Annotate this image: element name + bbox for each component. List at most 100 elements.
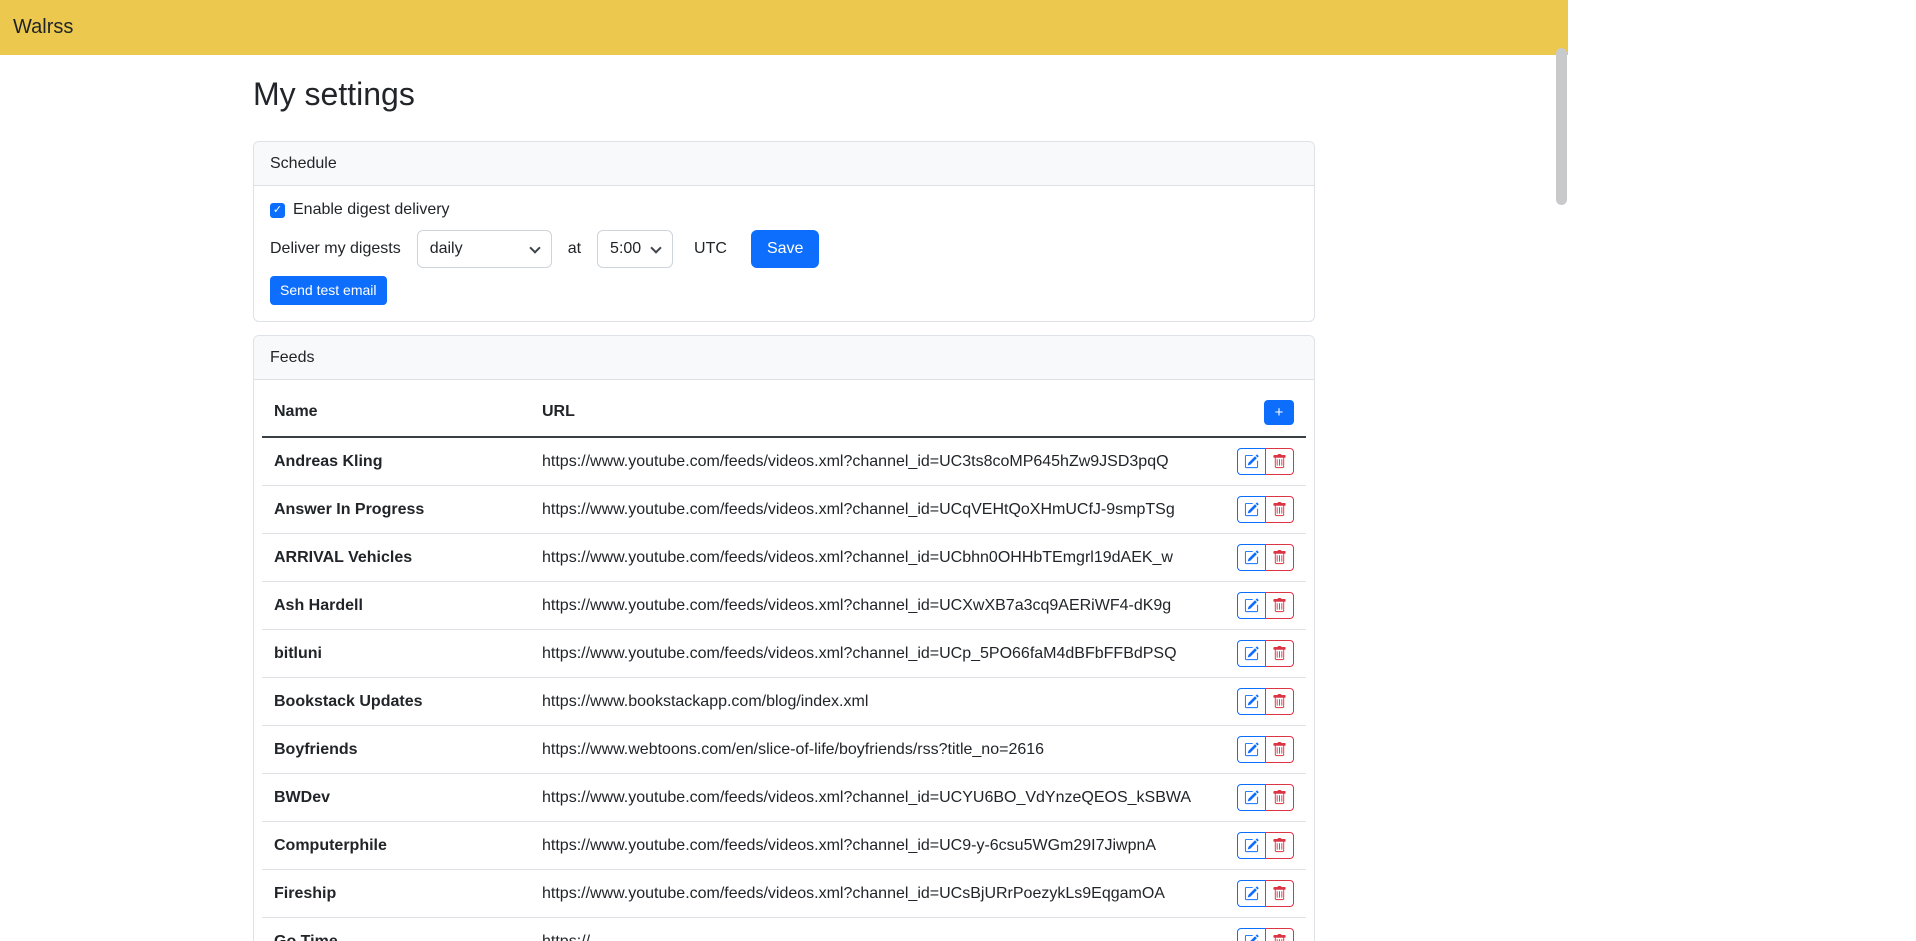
- feed-actions-group: [1237, 736, 1294, 763]
- table-row: Andreas Kling https://www.youtube.com/fe…: [262, 437, 1306, 486]
- delete-feed-button[interactable]: [1265, 592, 1294, 619]
- pencil-square-icon: [1244, 646, 1259, 661]
- timezone-label: UTC: [694, 240, 727, 258]
- navbar: Walrss: [0, 0, 1568, 55]
- feed-actions: [1206, 630, 1306, 678]
- add-feed-button[interactable]: +: [1264, 400, 1294, 425]
- edit-feed-button[interactable]: [1237, 928, 1266, 941]
- table-row: Bookstack Updates https://www.bookstacka…: [262, 678, 1306, 726]
- edit-feed-button[interactable]: [1237, 592, 1266, 619]
- feed-actions-group: [1237, 832, 1294, 859]
- pencil-square-icon: [1244, 886, 1259, 901]
- feed-actions: [1206, 582, 1306, 630]
- chevron-down-icon: [529, 242, 540, 253]
- feed-actions: [1206, 822, 1306, 870]
- time-select[interactable]: 5:00: [597, 230, 673, 268]
- table-row: Ash Hardell https://www.youtube.com/feed…: [262, 582, 1306, 630]
- delete-feed-button[interactable]: [1265, 688, 1294, 715]
- feed-actions-group: [1237, 496, 1294, 523]
- feed-actions-group: [1237, 640, 1294, 667]
- feed-url: https://www.youtube.com/feeds/videos.xml…: [530, 822, 1206, 870]
- feed-actions: [1206, 437, 1306, 486]
- delete-feed-button[interactable]: [1265, 496, 1294, 523]
- feed-actions-group: [1237, 784, 1294, 811]
- feed-name: Ash Hardell: [262, 582, 530, 630]
- page-title: My settings: [253, 75, 1315, 113]
- check-icon: ✓: [273, 205, 282, 216]
- feed-name: Fireship: [262, 870, 530, 918]
- feeds-table-header-row: Name URL +: [262, 388, 1306, 437]
- delivery-controls-row: Deliver my digests daily at 5:00 UTC Sav…: [270, 230, 1298, 268]
- enable-digest-row: ✓ Enable digest delivery: [270, 200, 1298, 220]
- schedule-card-header: Schedule: [254, 142, 1314, 186]
- feed-actions: [1206, 870, 1306, 918]
- feed-url: https://www.webtoons.com/en/slice-of-lif…: [530, 726, 1206, 774]
- edit-feed-button[interactable]: [1237, 880, 1266, 907]
- feed-actions: [1206, 774, 1306, 822]
- delete-feed-button[interactable]: [1265, 736, 1294, 763]
- pencil-square-icon: [1244, 790, 1259, 805]
- delete-feed-button[interactable]: [1265, 544, 1294, 571]
- feed-actions-group: [1237, 688, 1294, 715]
- delete-feed-button[interactable]: [1265, 640, 1294, 667]
- feeds-card-header: Feeds: [254, 336, 1314, 380]
- feed-actions-group: [1237, 592, 1294, 619]
- feeds-table: Name URL + Andreas Kling https://w: [262, 388, 1306, 941]
- edit-feed-button[interactable]: [1237, 496, 1266, 523]
- actions-column-header: +: [1206, 388, 1306, 437]
- brand-link[interactable]: Walrss: [13, 16, 73, 39]
- frequency-select-value: daily: [430, 240, 463, 258]
- edit-feed-button[interactable]: [1237, 544, 1266, 571]
- chevron-down-icon: [650, 242, 661, 253]
- edit-feed-button[interactable]: [1237, 448, 1266, 475]
- feed-url: https://www.youtube.com/feeds/videos.xml…: [530, 534, 1206, 582]
- at-label: at: [568, 240, 581, 258]
- url-column-header: URL: [530, 388, 1206, 437]
- trash-icon: [1272, 886, 1287, 901]
- deliver-label: Deliver my digests: [270, 240, 401, 258]
- feed-actions: [1206, 678, 1306, 726]
- frequency-select[interactable]: daily: [417, 230, 552, 268]
- edit-feed-button[interactable]: [1237, 832, 1266, 859]
- edit-feed-button[interactable]: [1237, 784, 1266, 811]
- enable-digest-checkbox[interactable]: ✓: [270, 203, 285, 218]
- feed-name: BWDev: [262, 774, 530, 822]
- table-row: Fireship https://www.youtube.com/feeds/v…: [262, 870, 1306, 918]
- table-row: BWDev https://www.youtube.com/feeds/vide…: [262, 774, 1306, 822]
- trash-icon: [1272, 694, 1287, 709]
- delete-feed-button[interactable]: [1265, 832, 1294, 859]
- table-row: bitluni https://www.youtube.com/feeds/vi…: [262, 630, 1306, 678]
- schedule-card-body: ✓ Enable digest delivery Deliver my dige…: [254, 186, 1314, 321]
- edit-feed-button[interactable]: [1237, 688, 1266, 715]
- feed-name: bitluni: [262, 630, 530, 678]
- feeds-card-body: Name URL + Andreas Kling https://w: [254, 380, 1314, 941]
- delete-feed-button[interactable]: [1265, 448, 1294, 475]
- table-row: Answer In Progress https://www.youtube.c…: [262, 486, 1306, 534]
- table-row: Go Time https://…: [262, 918, 1306, 941]
- feed-actions-group: [1237, 880, 1294, 907]
- feed-url: https://www.youtube.com/feeds/videos.xml…: [530, 486, 1206, 534]
- pencil-square-icon: [1244, 742, 1259, 757]
- feeds-table-body: Andreas Kling https://www.youtube.com/fe…: [262, 437, 1306, 941]
- enable-digest-label: Enable digest delivery: [293, 201, 450, 219]
- delete-feed-button[interactable]: [1265, 880, 1294, 907]
- delete-feed-button[interactable]: [1265, 784, 1294, 811]
- trash-icon: [1272, 838, 1287, 853]
- feed-name: Boyfriends: [262, 726, 530, 774]
- feed-name: Computerphile: [262, 822, 530, 870]
- vertical-scrollbar-thumb[interactable]: [1556, 48, 1567, 205]
- trash-icon: [1272, 550, 1287, 565]
- feeds-card: Feeds Name URL +: [253, 335, 1315, 941]
- feed-url: https://www.youtube.com/feeds/videos.xml…: [530, 774, 1206, 822]
- feed-actions: [1206, 534, 1306, 582]
- feed-url: https://…: [530, 918, 1206, 941]
- delete-feed-button[interactable]: [1265, 928, 1294, 941]
- feed-actions: [1206, 486, 1306, 534]
- feed-actions-group: [1237, 928, 1294, 941]
- edit-feed-button[interactable]: [1237, 640, 1266, 667]
- edit-feed-button[interactable]: [1237, 736, 1266, 763]
- save-button[interactable]: Save: [751, 230, 819, 268]
- feed-url: https://www.bookstackapp.com/blog/index.…: [530, 678, 1206, 726]
- send-test-email-button[interactable]: Send test email: [270, 276, 387, 305]
- pencil-square-icon: [1244, 838, 1259, 853]
